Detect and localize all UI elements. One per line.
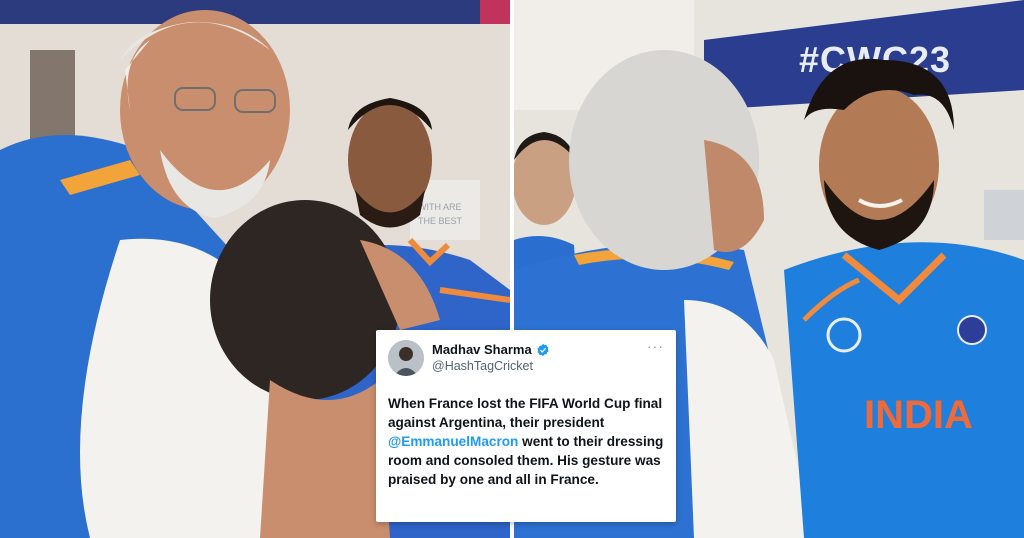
left-top-banner <box>0 0 510 24</box>
svg-text:WITH ARE: WITH ARE <box>418 202 462 212</box>
india-jersey <box>784 242 1024 538</box>
display-name[interactable]: Madhav Sharma <box>432 341 532 358</box>
avatar[interactable] <box>388 340 424 376</box>
tweet-header: Madhav Sharma @HashTagCricket ··· <box>388 339 664 376</box>
svg-text:THE BEST: THE BEST <box>418 216 463 226</box>
tweet-author: Madhav Sharma @HashTagCricket <box>432 340 647 375</box>
mention-link[interactable]: @EmmanuelMacron <box>388 434 518 449</box>
hugged-player-head <box>210 200 400 400</box>
verified-badge-icon <box>537 343 549 356</box>
jersey-india-text: INDIA <box>864 393 973 437</box>
avatar-icon <box>388 340 424 376</box>
tweet-card[interactable]: Madhav Sharma @HashTagCricket ··· When F… <box>376 330 676 522</box>
more-options-icon[interactable]: ··· <box>647 339 664 353</box>
handle[interactable]: @HashTagCricket <box>432 358 647 375</box>
tweet-text: When France lost the FIFA World Cup fina… <box>388 394 664 489</box>
tweet-text-part-1: When France lost the FIFA World Cup fina… <box>388 396 663 430</box>
bcci-crest-icon <box>957 315 987 345</box>
